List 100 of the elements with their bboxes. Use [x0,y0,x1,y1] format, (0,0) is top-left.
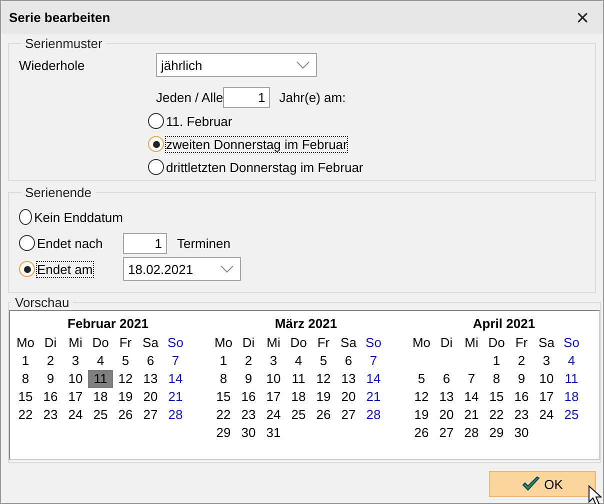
calendar-day[interactable]: 2 [236,352,261,370]
calendar-day[interactable]: 25 [88,406,113,424]
calendar-day[interactable]: 19 [311,388,336,406]
calendar-day[interactable]: 8 [484,370,509,388]
calendar-day[interactable]: 25 [559,406,584,424]
calendar-day[interactable]: 10 [534,370,559,388]
calendar-day[interactable]: 1 [211,352,236,370]
calendar-day[interactable]: 7 [361,352,386,370]
calendar-day[interactable]: 20 [336,388,361,406]
calendar-day[interactable]: 16 [236,388,261,406]
calendar-day[interactable]: 28 [361,406,386,424]
calendar-day[interactable]: 16 [509,388,534,406]
calendar-day[interactable]: 17 [261,388,286,406]
dropdown[interactable]: 18.02.2021 [123,257,241,281]
calendar-day[interactable]: 17 [63,388,88,406]
radio-option[interactable]: 11. Februar [148,111,587,131]
calendar-day[interactable]: 19 [409,406,434,424]
calendar-day[interactable]: 9 [509,370,534,388]
calendar-day[interactable]: 27 [138,406,163,424]
calendar-day[interactable]: 21 [361,388,386,406]
calendar-day[interactable]: 15 [211,388,236,406]
calendar-day[interactable]: 7 [163,352,188,370]
calendar-day[interactable]: 18 [286,388,311,406]
calendar-day[interactable]: 11 [286,370,311,388]
calendar-day[interactable]: 26 [311,406,336,424]
radio-button[interactable] [148,113,164,129]
calendar-day[interactable]: 23 [236,406,261,424]
calendar-day[interactable]: 29 [484,424,509,442]
calendar-day[interactable]: 18 [88,388,113,406]
calendar-day[interactable]: 9 [38,370,63,388]
number-field[interactable]: 1 [123,232,167,254]
calendar-day[interactable]: 5 [409,370,434,388]
number-field[interactable]: 1 [223,87,270,108]
calendar-day[interactable]: 6 [336,352,361,370]
calendar-day[interactable]: 22 [484,406,509,424]
radio-option[interactable]: Kein Enddatum [19,207,123,227]
calendar-day[interactable]: 22 [13,406,38,424]
calendar-day[interactable]: 6 [434,370,459,388]
radio-button[interactable] [148,159,164,175]
calendar-day[interactable]: 18 [559,388,584,406]
calendar-day[interactable]: 15 [484,388,509,406]
calendar-day[interactable]: 5 [311,352,336,370]
calendar-day[interactable]: 4 [88,352,113,370]
calendar-day[interactable]: 21 [163,388,188,406]
calendar-day[interactable]: 2 [509,352,534,370]
calendar-day[interactable]: 4 [286,352,311,370]
calendar-day[interactable]: 10 [63,370,88,388]
calendar-day[interactable]: 28 [163,406,188,424]
calendar-day[interactable]: 31 [261,424,286,442]
calendar-day[interactable]: 26 [409,424,434,442]
radio-button[interactable] [19,261,35,277]
calendar-day[interactable]: 9 [236,370,261,388]
calendar-day[interactable]: 27 [434,424,459,442]
calendar-day[interactable]: 15 [13,388,38,406]
calendar-day[interactable]: 30 [509,424,534,442]
calendar-day[interactable]: 19 [113,388,138,406]
calendar-day[interactable]: 28 [459,424,484,442]
radio-option[interactable]: Endet nach [19,233,123,253]
calendar-day[interactable]: 21 [459,406,484,424]
calendar-day[interactable]: 22 [211,406,236,424]
calendar-day[interactable]: 30 [236,424,261,442]
calendar-day[interactable]: 26 [113,406,138,424]
calendar-day[interactable]: 12 [409,388,434,406]
calendar-day[interactable]: 12 [113,370,138,388]
calendar-day[interactable]: 3 [261,352,286,370]
calendar-day[interactable]: 4 [559,352,584,370]
calendar-day[interactable]: 23 [38,406,63,424]
ok-button[interactable]: OK [489,471,596,497]
radio-option[interactable]: Endet am [19,259,123,279]
calendar-day[interactable]: 13 [336,370,361,388]
calendar-day[interactable]: 23 [509,406,534,424]
calendar-day[interactable]: 24 [534,406,559,424]
calendar-day[interactable]: 5 [113,352,138,370]
calendar-day[interactable]: 11 [559,370,584,388]
radio-button[interactable] [148,136,164,152]
calendar-day[interactable]: 7 [459,370,484,388]
calendar-day[interactable]: 20 [434,406,459,424]
calendar-day[interactable]: 14 [459,388,484,406]
calendar-day[interactable]: 14 [361,370,386,388]
calendar-day[interactable]: 8 [211,370,236,388]
radio-option[interactable]: zweiten Donnerstag im Februar [148,134,587,154]
calendar-day[interactable]: 1 [13,352,38,370]
calendar-day[interactable]: 25 [286,406,311,424]
calendar-day[interactable]: 3 [534,352,559,370]
calendar-day[interactable]: 6 [138,352,163,370]
calendar-day[interactable]: 13 [434,388,459,406]
calendar-day[interactable]: 17 [534,388,559,406]
radio-button[interactable] [19,209,32,225]
calendar-day[interactable]: 16 [38,388,63,406]
calendar-day[interactable]: 8 [13,370,38,388]
calendar-day[interactable]: 11 [88,370,113,388]
calendar-day[interactable]: 12 [311,370,336,388]
calendar-day[interactable]: 24 [261,406,286,424]
calendar-day[interactable]: 13 [138,370,163,388]
radio-button[interactable] [19,235,35,251]
calendar-day[interactable]: 29 [211,424,236,442]
close-button[interactable]: × [570,6,595,28]
calendar-day[interactable]: 14 [163,370,188,388]
radio-option[interactable]: drittletzten Donnerstag im Februar [148,157,587,177]
calendar-day[interactable]: 27 [336,406,361,424]
